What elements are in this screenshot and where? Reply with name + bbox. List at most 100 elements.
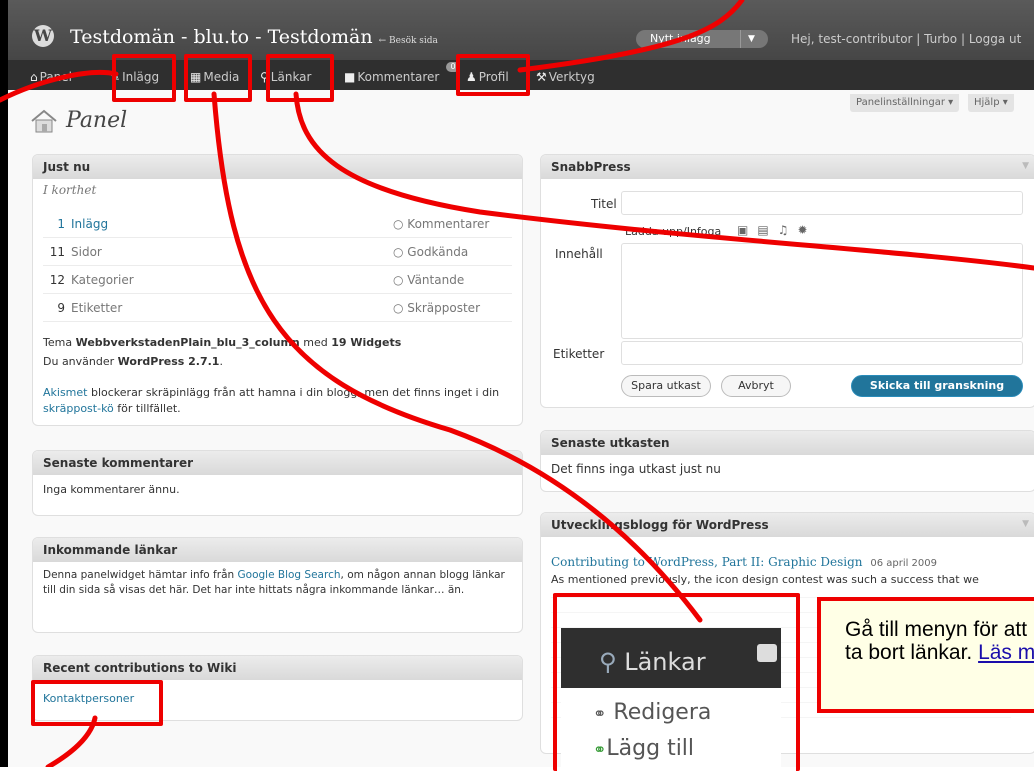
stats-row: 12 Kategorier ○ Väntande [43,267,512,294]
highlight-media [184,54,252,102]
left-edge [0,0,8,767]
submit-for-review-button[interactable]: Skicka till granskning [851,375,1023,397]
content-textarea[interactable] [621,243,1023,339]
chevron-down-icon[interactable]: ▼ [748,30,755,48]
stat-label: Etiketter [71,301,123,315]
wp-admin-window: W Testdomän - blu.to - Testdomän ← Besök … [8,0,1034,767]
highlight-links [266,54,334,102]
widget-title[interactable]: Senaste utkasten [541,431,1034,455]
blog-post-excerpt: As mentioned previously, the icon design… [551,573,979,586]
spam-suffix: för tillfället. [113,402,181,415]
widget-title[interactable]: Just nu [33,155,522,179]
menu-label: Panel [39,70,72,84]
stat-number: 9 [57,301,65,315]
stat-right-label: Kommentarer [407,217,490,231]
media-other-icon[interactable]: ✹ [797,223,816,237]
theme-prefix: Tema [43,336,76,349]
highlight-posts [112,54,176,102]
stat-right-label: Skräpposter [407,301,480,315]
wp-version: WordPress 2.7.1 [117,355,220,368]
home-icon: ⌂ [30,70,38,84]
upload-icons[interactable]: ▣▤♫✹ [737,223,817,237]
cancel-button[interactable]: Avbryt [721,375,791,397]
widget-count: 19 Widgets [331,336,402,349]
tags-input[interactable] [621,341,1023,365]
widget-title[interactable]: Senaste kommentarer [33,451,522,475]
theme-mid: med [299,336,332,349]
read-more-link[interactable]: Läs mer [978,641,1034,664]
widget-title[interactable]: Inkommande länkar [33,538,522,562]
menu-item-panel[interactable]: ⌂ Panel [30,70,72,84]
page-title-text: Panel [66,108,128,133]
title-label: Titel [591,197,617,211]
user-info[interactable]: Hej, test-contributor | Turbo | Logga ut [791,32,1021,46]
highlight-profile [456,54,530,96]
highlight-wiki-item [31,680,163,726]
stat-right: ○ Godkända [393,245,469,259]
help-label: Hjälp [974,97,1000,108]
menu-item-comments[interactable]: ■ Kommentarer [344,70,439,84]
incoming-pre: Denna panelwidget hämtar info från [43,569,238,581]
callout-text: Gå till menyn för att lägga till, juster… [845,618,1034,664]
widget-title[interactable]: SnabbPress [541,155,1034,179]
visit-site-link[interactable]: ← Besök sida [379,36,438,46]
site-title[interactable]: Testdomän - blu.to - Testdomän ← Besök si… [70,26,438,48]
stat-right-label: Godkända [407,245,469,259]
widget-title[interactable]: Recent contributions to Wiki [33,656,522,680]
admin-header: W Testdomän - blu.to - Testdomän ← Besök … [8,0,1034,60]
page-title: Panel [30,108,127,133]
akismet-info: Akismet blockerar skräpinlägg från att h… [43,385,512,417]
menu-label: Kommentarer [357,70,440,84]
quickpress-widget: SnabbPress ▼ Titel Ladda upp/Infoga ▣▤♫✹… [540,154,1034,408]
new-post-label: Nytt inlägg [650,32,711,45]
widget-subtitle: I korthet [43,183,97,197]
version-prefix: Du använder [43,355,118,368]
google-blog-search-link[interactable]: Google Blog Search [238,569,341,581]
stat-label: Sidor [71,245,102,259]
recent-comments-widget: Senaste kommentarer Inga kommentarer änn… [32,450,523,516]
screen-options-button[interactable]: Panelinställningar ▾ [850,94,960,112]
new-post-divider [740,30,741,48]
stats-row: 1 Inlägg ○ Kommentarer [43,211,512,238]
video-icon[interactable]: ▤ [757,223,777,237]
title-input[interactable] [621,191,1023,215]
blog-post-heading: Contributing to WordPress, Part II: Grap… [551,555,937,569]
stat-number[interactable]: 1 [43,211,65,237]
stat-right-label: Väntande [407,273,465,287]
menu-item-tools[interactable]: ⚒ Verktyg [536,70,595,84]
collapse-arrow-icon[interactable]: ▼ [1022,519,1029,529]
highlight-zoom [553,593,800,771]
blog-post-link[interactable]: Contributing to WordPress, Part II: Grap… [551,555,863,569]
stats-row: 9 Etiketter ○ Skräpposter [43,295,512,322]
recent-drafts-widget: Senaste utkasten Det finns inga utkast j… [540,430,1034,492]
right-now-widget: Just nu I korthet 1 Inlägg ○ Kommentarer … [32,154,523,426]
akismet-text: blockerar skräpinlägg från att hamna i d… [87,386,500,399]
audio-icon[interactable]: ♫ [778,223,798,237]
stat-label[interactable]: Inlägg [71,217,108,231]
screen-options-label: Panelinställningar [856,97,945,108]
callout-box: Gå till menyn för att lägga till, juster… [817,597,1034,713]
content-label: Innehåll [555,247,603,261]
incoming-links-widget: Inkommande länkar Denna panelwidget hämt… [32,537,523,633]
stat-right: ○ Väntande [393,273,465,287]
new-post-button[interactable]: Nytt inlägg ▼ [636,30,768,48]
widget-title[interactable]: Utvecklingsblogg för WordPress [541,513,1034,537]
save-draft-button[interactable]: Spara utkast [621,375,711,397]
upload-label: Ladda upp/Infoga [625,225,722,238]
version-suffix: . [219,355,223,368]
spam-queue-link[interactable]: skräppost-kö [43,402,114,415]
stat-right: ○ Skräpposter [393,301,480,315]
wordpress-logo-icon: W [32,25,54,47]
stat-right[interactable]: ○ Kommentarer [393,211,489,237]
stats-row: 11 Sidor ○ Godkända [43,239,512,266]
stat-number: 12 [49,273,65,287]
tools-icon: ⚒ [536,70,547,84]
theme-name: WebbverkstadenPlain_blu_3_column [75,336,300,349]
tags-label: Etiketter [553,347,605,361]
menu-label: Verktyg [548,70,595,84]
recent-comments-text: Inga kommentarer ännu. [43,483,180,496]
image-icon[interactable]: ▣ [737,223,757,237]
help-button[interactable]: Hjälp ▾ [968,94,1014,112]
collapse-arrow-icon[interactable]: ▼ [1022,161,1029,171]
akismet-link[interactable]: Akismet [43,386,87,399]
